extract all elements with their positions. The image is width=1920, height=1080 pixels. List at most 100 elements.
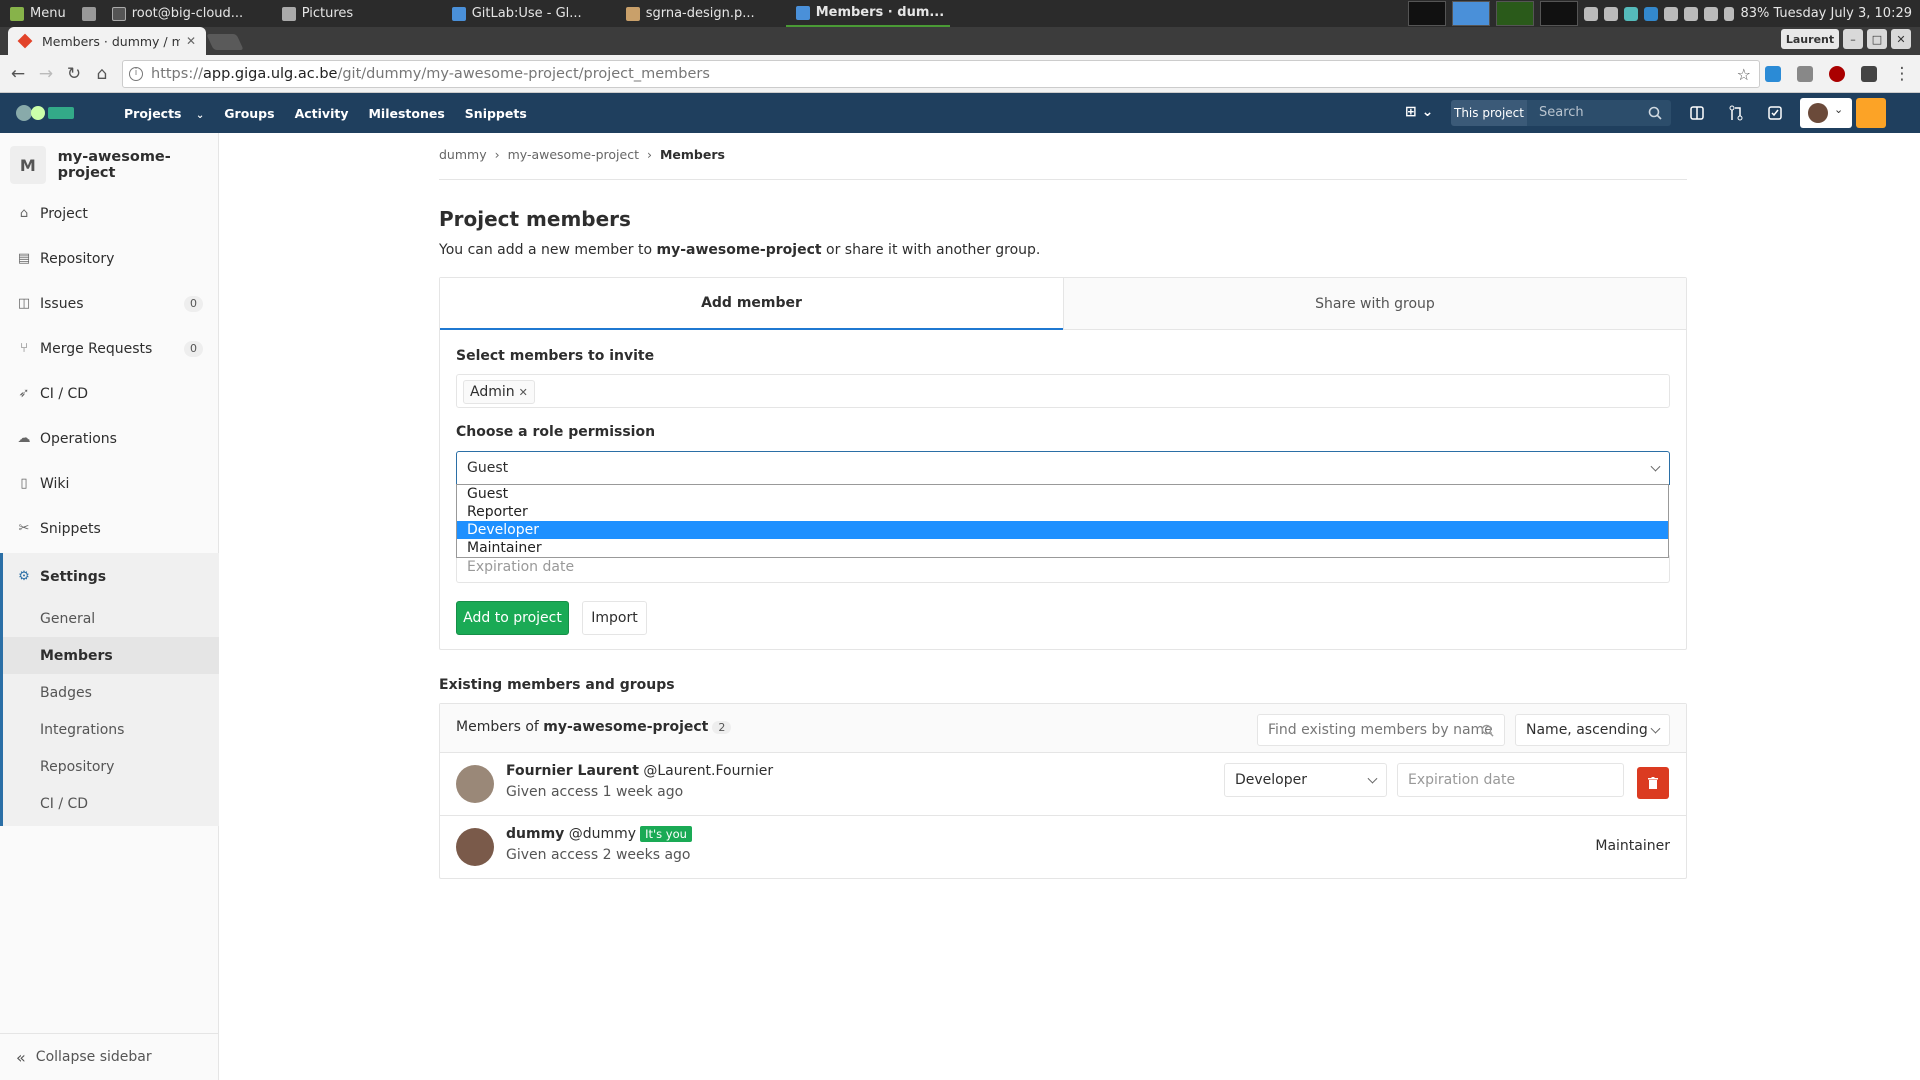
member-access-time: Given access 2 weeks ago bbox=[506, 847, 691, 863]
remove-token-icon[interactable]: ✕ bbox=[519, 386, 528, 399]
role-option-guest[interactable]: Guest bbox=[457, 485, 1668, 503]
liege-logo-icon[interactable] bbox=[14, 101, 78, 125]
chevron-right-icon: › bbox=[646, 147, 652, 162]
notification-icon[interactable] bbox=[1856, 98, 1886, 128]
page-description: You can add a new member to my-awesome-p… bbox=[439, 242, 1041, 258]
search-icon bbox=[1648, 106, 1662, 120]
role-option-developer[interactable]: Developer bbox=[457, 521, 1668, 539]
task-pictures[interactable]: Pictures bbox=[272, 0, 442, 27]
shield-icon[interactable] bbox=[1584, 6, 1599, 21]
role-option-maintainer[interactable]: Maintainer bbox=[457, 539, 1668, 557]
close-window-button[interactable]: ✕ bbox=[1891, 29, 1911, 49]
ublock-extension-icon[interactable] bbox=[1829, 66, 1845, 82]
project-avatar: M bbox=[10, 146, 46, 184]
sidebar-item-wiki[interactable]: ▯ Wiki bbox=[0, 464, 219, 504]
minimize-button[interactable]: – bbox=[1843, 29, 1863, 49]
search-scope-badge[interactable]: This project bbox=[1451, 100, 1527, 126]
task-gitlab-docs[interactable]: GitLab:Use - Gl... bbox=[442, 0, 616, 27]
sidebar-item-snippets[interactable]: ✂ Snippets bbox=[0, 509, 219, 549]
collapse-sidebar-button[interactable]: «Collapse sidebar bbox=[0, 1033, 219, 1080]
member-expiration-input[interactable]: Expiration date bbox=[1397, 763, 1624, 797]
members-select-input[interactable]: Admin ✕ bbox=[456, 374, 1670, 408]
breadcrumb-item[interactable]: my-awesome-project bbox=[508, 147, 639, 162]
remove-member-button[interactable] bbox=[1637, 767, 1669, 799]
sidebar-item-repository[interactable]: ▤ Repository bbox=[0, 239, 219, 279]
url-bar[interactable]: i https://app.giga.ulg.ac.be/git/dummy/m… bbox=[122, 60, 1760, 88]
tab-share-with-group[interactable]: Share with group bbox=[1063, 278, 1686, 330]
close-tab-icon[interactable]: ✕ bbox=[186, 34, 196, 48]
new-tab-button[interactable] bbox=[206, 34, 244, 50]
add-to-project-button[interactable]: Add to project bbox=[456, 601, 569, 635]
sidebar-item-settings[interactable]: ⚙ Settings bbox=[0, 557, 219, 597]
settings-item-badges[interactable]: Badges bbox=[3, 674, 219, 711]
os-menu-button[interactable]: Menu bbox=[0, 0, 76, 27]
invite-panel: Add member Share with group Select membe… bbox=[439, 277, 1687, 650]
role-select[interactable]: Guest bbox=[456, 451, 1670, 485]
settings-item-members[interactable]: Members bbox=[3, 637, 219, 674]
user-icon[interactable] bbox=[1684, 6, 1699, 21]
s-extension-icon[interactable] bbox=[1861, 66, 1877, 82]
nav-groups[interactable]: Groups bbox=[214, 106, 284, 121]
breadcrumb-item[interactable]: dummy bbox=[439, 147, 487, 162]
members-of-label: Members of my-awesome-project 2 bbox=[456, 719, 732, 735]
new-dropdown-button[interactable]: ⊞ ⌄ bbox=[1405, 104, 1437, 122]
star-icon[interactable]: ☆ bbox=[1737, 65, 1751, 84]
forward-arrow-icon[interactable]: → bbox=[36, 64, 56, 84]
app-tray-icon[interactable] bbox=[1624, 6, 1639, 21]
sidebar-item-merge-requests[interactable]: ⑂ Merge Requests 0 bbox=[0, 329, 219, 369]
nav-activity[interactable]: Activity bbox=[285, 106, 359, 121]
clock-status[interactable]: 83% Tuesday July 3, 10:29 bbox=[1740, 6, 1912, 21]
download-extension-icon[interactable] bbox=[1797, 66, 1813, 82]
settings-item-ci-cd[interactable]: CI / CD bbox=[3, 785, 219, 822]
intel-icon[interactable] bbox=[1644, 6, 1659, 21]
member-role-select[interactable]: Developer bbox=[1224, 763, 1387, 797]
wifi-icon[interactable] bbox=[1704, 6, 1719, 21]
battery-icon[interactable] bbox=[1724, 6, 1735, 21]
todos-icon[interactable] bbox=[1767, 105, 1783, 121]
mail-extension-icon[interactable] bbox=[1765, 66, 1781, 82]
info-icon[interactable]: i bbox=[129, 67, 143, 81]
terminal-icon bbox=[111, 6, 126, 21]
sidebar-project-header[interactable]: M my-awesome-project bbox=[10, 145, 218, 185]
sidebar-item-issues[interactable]: ◫ Issues 0 bbox=[0, 284, 219, 324]
sidebar-item-ci-cd[interactable]: ➶ CI / CD bbox=[0, 374, 219, 414]
clipboard-icon[interactable] bbox=[1664, 6, 1679, 21]
settings-item-repository[interactable]: Repository bbox=[3, 748, 219, 785]
task-members-browser[interactable]: Members · dum... bbox=[785, 0, 950, 27]
role-option-reporter[interactable]: Reporter bbox=[457, 503, 1668, 521]
avatar bbox=[1808, 103, 1828, 123]
browser-menu-icon[interactable]: ⋮ bbox=[1892, 64, 1912, 84]
import-button[interactable]: Import bbox=[582, 601, 647, 635]
reload-icon[interactable]: ↻ bbox=[64, 64, 84, 84]
nav-milestones[interactable]: Milestones bbox=[358, 106, 454, 121]
nav-snippets[interactable]: Snippets bbox=[455, 106, 537, 121]
tab-add-member[interactable]: Add member bbox=[440, 278, 1063, 330]
maximize-button[interactable]: □ bbox=[1867, 29, 1887, 49]
settings-item-integrations[interactable]: Integrations bbox=[3, 711, 219, 748]
browser-tab[interactable]: Members · dummy / my ✕ bbox=[8, 27, 206, 55]
find-members-input[interactable]: Find existing members by name bbox=[1257, 714, 1505, 746]
breadcrumb-current[interactable]: Members bbox=[660, 147, 725, 162]
home-icon[interactable]: ⌂ bbox=[92, 64, 112, 84]
task-sgrna[interactable]: sgrna-design.p... bbox=[616, 0, 786, 27]
member-count-badge: 2 bbox=[712, 721, 732, 734]
sidebar-toggle-icon[interactable] bbox=[1689, 105, 1705, 121]
user-menu-button[interactable]: ⌄ bbox=[1800, 98, 1852, 128]
profile-badge[interactable]: Laurent bbox=[1781, 29, 1839, 49]
merge-requests-icon[interactable] bbox=[1728, 105, 1744, 121]
expiration-date-input[interactable]: Expiration date bbox=[456, 554, 1670, 583]
sidebar-item-operations[interactable]: ☁ Operations bbox=[0, 419, 219, 459]
settings-item-general[interactable]: General bbox=[3, 600, 219, 637]
issues-icon: ◫ bbox=[17, 296, 31, 311]
double-chevron-left-icon: « bbox=[16, 1047, 26, 1067]
selected-member-token: Admin ✕ bbox=[463, 380, 535, 404]
back-arrow-icon[interactable]: ← bbox=[8, 64, 28, 84]
nav-projects[interactable]: Projects ⌄ bbox=[104, 106, 214, 121]
bluetooth-icon[interactable] bbox=[1604, 6, 1619, 21]
existing-members-title: Existing members and groups bbox=[439, 677, 675, 693]
gear-icon: ⚙ bbox=[18, 569, 30, 584]
task-terminal[interactable]: root@big-cloud... bbox=[102, 0, 272, 27]
sidebar-item-project[interactable]: ⌂ Project bbox=[0, 194, 219, 234]
sort-dropdown[interactable]: Name, ascending bbox=[1515, 714, 1670, 746]
show-desktop-icon[interactable] bbox=[76, 0, 102, 27]
